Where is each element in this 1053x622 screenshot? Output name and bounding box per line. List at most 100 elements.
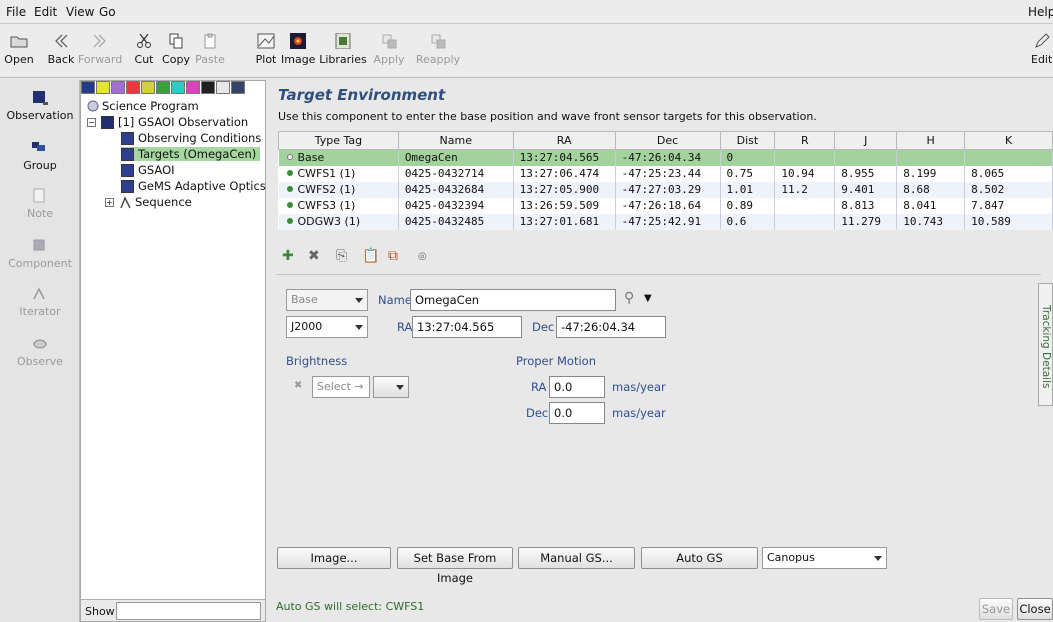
image-button[interactable]: Image — [281, 28, 315, 74]
target-type-select[interactable]: Base — [286, 289, 368, 311]
dec-field[interactable]: -47:26:04.34 — [556, 316, 666, 338]
name-field[interactable]: OmegaCen — [410, 289, 616, 311]
manual-gs-button[interactable]: Manual GS... — [518, 547, 635, 569]
column-header[interactable]: Dist — [719, 131, 776, 150]
tree-node-gsaoi[interactable]: GSAOI — [121, 163, 175, 177]
plot-button[interactable]: Plot — [254, 28, 278, 74]
tree-node-gems[interactable]: GeMS Adaptive Optics — [121, 179, 266, 193]
libraries-button[interactable]: Libraries — [318, 28, 368, 74]
palette-observe[interactable]: Observe — [0, 336, 80, 368]
forward-button[interactable]: Forward — [78, 28, 122, 74]
duplicate-target-icon[interactable]: ⧉ — [388, 248, 398, 264]
column-header[interactable]: J — [834, 131, 898, 150]
brightness-system-select[interactable] — [373, 376, 409, 398]
color-filter-dark[interactable] — [231, 81, 245, 94]
color-filter-yellow[interactable] — [96, 81, 110, 94]
paste-button[interactable]: Paste — [193, 28, 227, 74]
palette-iterator[interactable]: Iterator — [0, 286, 80, 318]
column-header[interactable]: Type Tag — [278, 131, 399, 150]
menu-edit[interactable]: Edit — [34, 5, 57, 19]
copy-target-icon[interactable]: ⎘ — [336, 248, 347, 264]
close-button[interactable]: Close — [1017, 598, 1053, 620]
tree-node-observing-conditions[interactable]: Observing Conditions — [121, 131, 261, 145]
table-cell-j — [834, 149, 898, 166]
column-header[interactable]: K — [964, 131, 1053, 150]
column-header[interactable]: Dec — [614, 131, 721, 150]
guide-catalog-select[interactable]: Canopus — [762, 547, 887, 569]
type-tag-cell: CWFS2 (1) — [278, 181, 399, 198]
table-row[interactable]: CWFS3 (1) 0425-0432394 13:26:59.509 -47:26:… — [278, 197, 1053, 214]
column-header[interactable]: Name — [397, 131, 514, 150]
color-filter-olive[interactable] — [141, 81, 155, 94]
edit-button[interactable]: Edit — [1030, 28, 1053, 74]
pm-dec-field[interactable]: 0.0 — [549, 402, 605, 424]
tree-node-targets[interactable]: Targets (OmegaCen) — [121, 147, 261, 161]
table-row[interactable]: CWFS1 (1) 0425-0432714 13:27:06.474 -47:25:… — [278, 165, 1053, 182]
color-filter-black[interactable] — [201, 81, 215, 94]
search-icon[interactable]: ⚲ — [624, 290, 634, 306]
cut-button[interactable]: Cut — [132, 28, 156, 74]
add-target-icon[interactable]: ✚ — [282, 248, 294, 264]
table-row[interactable]: Base OmegaCen 13:27:04.565 -47:26:04.34 0 — [278, 149, 1053, 166]
ra-field[interactable]: 13:27:04.565 — [412, 316, 522, 338]
tab-tracking-details[interactable]: Tracking Details — [1038, 283, 1053, 406]
auto-gs-button[interactable]: Auto GS — [641, 547, 758, 569]
reapply-button[interactable]: Reapply — [413, 28, 463, 74]
observation-icon — [33, 91, 48, 105]
column-header[interactable]: H — [896, 131, 966, 150]
table-row[interactable]: ODGW3 (1) 0425-0432485 13:27:01.681 -47:25:… — [278, 213, 1053, 230]
palette-group[interactable]: Group — [0, 140, 80, 172]
copy-button[interactable]: Copy — [160, 28, 192, 74]
remove-brightness-icon[interactable]: ✖ — [294, 380, 302, 391]
image-dialog-button[interactable]: Image... — [277, 547, 391, 569]
table-row[interactable]: CWFS2 (1) 0425-0432684 13:27:05.900 -47:27:… — [278, 181, 1053, 198]
status-dot-icon — [286, 186, 293, 192]
apply-button[interactable]: Apply — [369, 28, 409, 74]
pm-ra-field[interactable]: 0.0 — [549, 376, 605, 398]
open-button[interactable]: Open — [4, 28, 34, 74]
tree-node-program[interactable]: Science Program — [87, 99, 199, 113]
save-button[interactable]: Save — [979, 598, 1013, 620]
forward-arrow-icon — [93, 34, 106, 48]
coord-system-select[interactable]: J2000 — [286, 316, 368, 338]
color-filter-blue[interactable] — [81, 81, 95, 94]
table-cell-h: 10.743 — [896, 213, 966, 230]
page-description: Use this component to enter the base pos… — [278, 110, 817, 123]
color-filter-purple[interactable] — [111, 81, 125, 94]
menu-help[interactable]: Help — [1028, 5, 1053, 19]
expand-icon[interactable]: + — [105, 197, 114, 207]
color-filter-magenta[interactable] — [186, 81, 200, 94]
back-button[interactable]: Back — [44, 28, 78, 74]
collapse-icon[interactable]: − — [87, 117, 96, 127]
table-cell-dec: -47:27:03.29 — [615, 181, 721, 198]
menu-file[interactable]: File — [6, 5, 26, 19]
column-header[interactable]: RA — [512, 131, 616, 150]
color-filter-cyan[interactable] — [171, 81, 185, 94]
primary-target-icon[interactable]: ◎ — [418, 251, 427, 262]
table-cell-name: 0425-0432485 — [398, 213, 514, 230]
group-icon — [32, 142, 45, 151]
copy-icon — [169, 33, 183, 49]
palette-note[interactable]: Note — [0, 188, 80, 220]
search-options-chevron-icon[interactable]: ▼ — [644, 293, 652, 304]
tree-node-observation[interactable]: − [1] GSAOI Observation — [87, 115, 248, 129]
remove-target-icon[interactable]: ✖ — [308, 248, 320, 264]
paste-target-icon[interactable]: 📋 — [362, 248, 379, 264]
menu-view[interactable]: View — [66, 5, 94, 19]
dec-label: Dec — [532, 320, 555, 334]
palette-observation[interactable]: Observation — [0, 90, 80, 122]
iterator-icon — [33, 287, 45, 300]
palette-component[interactable]: Component — [0, 238, 80, 270]
column-header[interactable]: R — [774, 131, 836, 150]
color-filter-red[interactable] — [126, 81, 140, 94]
menu-go[interactable]: Go — [99, 5, 116, 19]
brightness-band-select[interactable]: Select → — [312, 376, 370, 398]
color-filter-white[interactable] — [216, 81, 230, 94]
status-dot-icon — [286, 202, 293, 208]
color-filter-green[interactable] — [156, 81, 170, 94]
table-cell-ra: 13:27:06.474 — [513, 165, 616, 182]
table-cell-r — [774, 149, 836, 166]
set-base-from-image-button[interactable]: Set Base From Image — [397, 547, 513, 585]
show-filter-input[interactable] — [116, 602, 261, 620]
tree-node-sequence[interactable]: + Sequence — [105, 195, 192, 209]
